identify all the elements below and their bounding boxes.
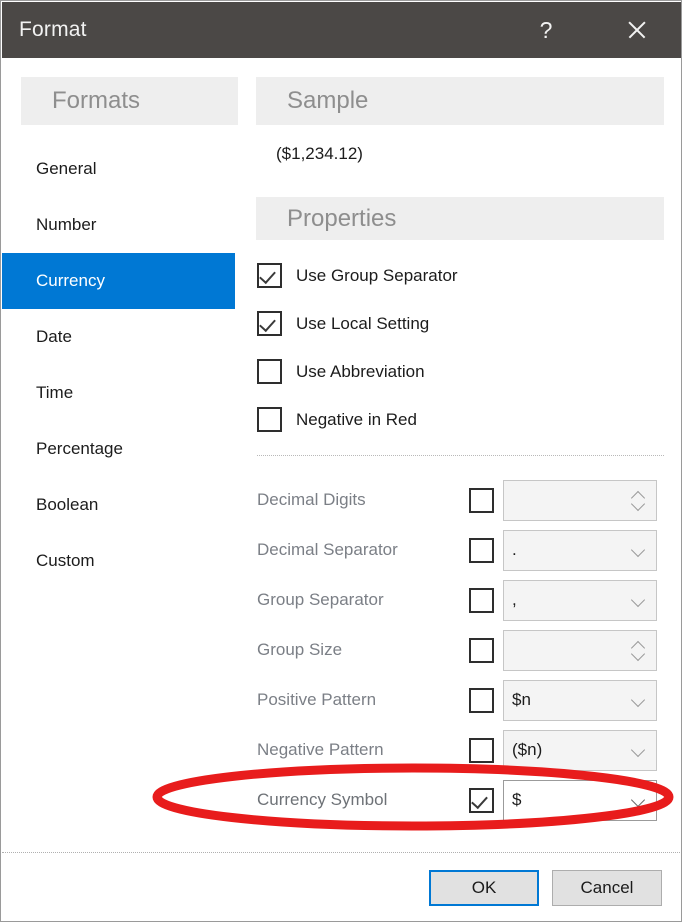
dropdown-group-separator[interactable]: , [503, 579, 657, 621]
formats-header-label: Formats [52, 87, 141, 114]
properties-header-label: Properties [287, 204, 397, 232]
checkbox-unchecked-icon[interactable] [257, 359, 282, 384]
field-checkbox-currency-symbol[interactable] [469, 787, 494, 813]
fields-divider [257, 455, 664, 456]
dialog-title: Format [19, 18, 87, 41]
sidebar-item-label: Time [36, 383, 74, 402]
field-value-currency-symbol: $ [512, 790, 522, 809]
field-checkbox-group-size[interactable] [469, 637, 494, 663]
chevron-down-icon[interactable] [632, 499, 645, 512]
checkbox-label: Use Local Setting [296, 313, 430, 333]
dropdown-currency-symbol[interactable]: $ [503, 779, 657, 821]
checkbox-unchecked-icon[interactable] [257, 407, 282, 432]
properties-section-header: Properties [256, 197, 664, 240]
sidebar-item-label: Boolean [36, 495, 99, 514]
footer-button-bar: OK Cancel [1, 870, 681, 910]
field-label-decimal-digits: Decimal Digits [257, 490, 366, 509]
ok-button[interactable]: OK [429, 870, 539, 906]
chevron-down-icon[interactable] [632, 593, 645, 606]
sidebar-item-label: General [36, 159, 97, 178]
field-checkbox-negative-pattern[interactable] [469, 737, 494, 763]
formats-list: General Number Currency Date Time Percentage B… [2, 141, 235, 589]
sample-value: ($1,234.12) [276, 144, 363, 163]
dropdown-decimal-separator[interactable]: . [503, 529, 657, 571]
chevron-down-icon[interactable] [632, 543, 645, 556]
dialog-titlebar: Format ? [2, 2, 681, 58]
chevron-up-icon[interactable] [632, 639, 645, 652]
checkbox-row-use-abbreviation[interactable]: Use Abbreviation [257, 358, 425, 385]
field-row-negative-pattern: Negative Pattern ($n) [257, 728, 664, 772]
field-value-group-separator: , [512, 590, 517, 609]
chevron-down-icon[interactable] [632, 693, 645, 706]
sidebar-item-number[interactable]: Number [2, 197, 235, 253]
checkbox-label: Negative in Red [296, 409, 417, 429]
field-label-negative-pattern: Negative Pattern [257, 740, 384, 759]
cancel-button[interactable]: Cancel [552, 870, 662, 906]
field-checkbox-decimal-separator[interactable] [469, 537, 494, 563]
field-checkbox-decimal-digits[interactable] [469, 487, 494, 513]
spinner-group-size[interactable] [503, 629, 657, 671]
sidebar-item-percentage[interactable]: Percentage [2, 421, 235, 477]
close-icon [626, 19, 648, 41]
question-mark-icon: ? [539, 16, 553, 43]
chevron-down-icon[interactable] [632, 743, 645, 756]
sidebar-item-label: Currency [36, 271, 105, 290]
field-row-decimal-digits: Decimal Digits [257, 478, 664, 522]
chevron-down-icon[interactable] [632, 649, 645, 662]
sidebar-item-time[interactable]: Time [2, 365, 235, 421]
checkbox-checked-icon[interactable] [257, 311, 282, 336]
footer-divider [2, 852, 681, 853]
sidebar-item-general[interactable]: General [2, 141, 235, 197]
format-dialog: Format ? Formats Sample ($1,234.12) Prop… [0, 0, 682, 922]
field-label-group-separator: Group Separator [257, 590, 384, 609]
field-label-currency-symbol: Currency Symbol [257, 790, 388, 809]
checkbox-row-use-local-setting[interactable]: Use Local Setting [257, 310, 429, 337]
sidebar-item-custom[interactable]: Custom [2, 533, 235, 589]
field-checkbox-positive-pattern[interactable] [469, 687, 494, 713]
field-label-group-size: Group Size [257, 640, 343, 659]
close-button[interactable] [614, 2, 660, 58]
dropdown-positive-pattern[interactable]: $n [503, 679, 657, 721]
field-label-decimal-separator: Decimal Separator [257, 540, 398, 559]
sidebar-item-label: Custom [36, 551, 95, 570]
sidebar-item-label: Date [36, 327, 72, 346]
sidebar-item-label: Number [36, 215, 97, 234]
sidebar-item-boolean[interactable]: Boolean [2, 477, 235, 533]
field-row-positive-pattern: Positive Pattern $n [257, 678, 664, 722]
checkbox-checked-icon[interactable] [257, 263, 282, 288]
field-row-group-size: Group Size [257, 628, 664, 672]
chevron-up-icon[interactable] [632, 489, 645, 502]
chevron-down-icon[interactable] [632, 793, 645, 806]
field-row-group-separator: Group Separator, [257, 578, 664, 622]
formats-section-header: Formats [21, 77, 238, 125]
field-row-decimal-separator: Decimal Separator. [257, 528, 664, 572]
sample-header-label: Sample [287, 87, 369, 114]
spinner-decimal-digits[interactable] [503, 479, 657, 521]
checkbox-row-negative-in-red[interactable]: Negative in Red [257, 406, 417, 433]
sidebar-item-label: Percentage [36, 439, 123, 458]
sample-section-header: Sample [256, 77, 664, 125]
help-button[interactable]: ? [523, 2, 569, 58]
field-value-decimal-separator: . [512, 540, 517, 559]
checkbox-label: Use Group Separator [296, 265, 458, 285]
field-label-positive-pattern: Positive Pattern [257, 690, 377, 709]
sidebar-item-date[interactable]: Date [2, 309, 235, 365]
field-value-negative-pattern: ($n) [512, 740, 543, 759]
checkbox-label: Use Abbreviation [296, 361, 425, 381]
field-row-currency-symbol: Currency Symbol $ [257, 778, 664, 822]
dropdown-negative-pattern[interactable]: ($n) [503, 729, 657, 771]
field-value-positive-pattern: $n [512, 690, 531, 709]
field-checkbox-group-separator[interactable] [469, 587, 494, 613]
sidebar-item-currency[interactable]: Currency [2, 253, 235, 309]
checkbox-row-use-group-separator[interactable]: Use Group Separator [257, 262, 458, 289]
